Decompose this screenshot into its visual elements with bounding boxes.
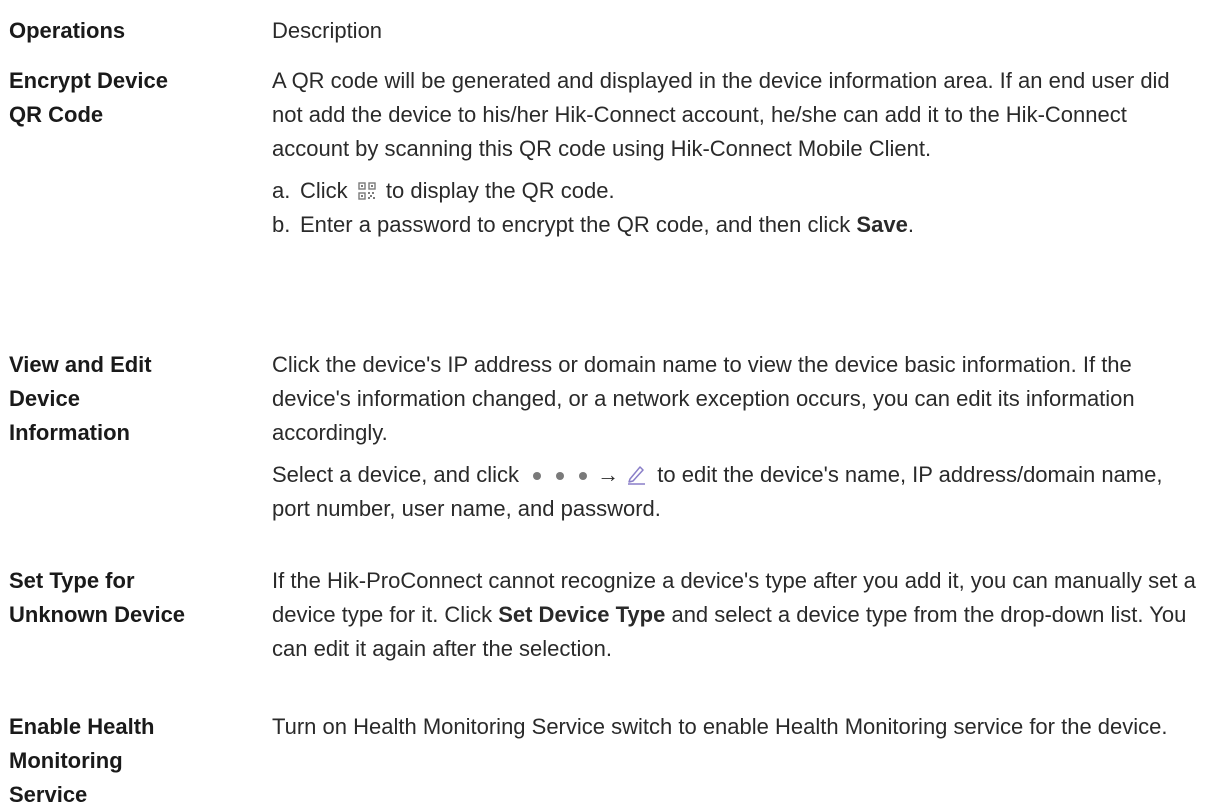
arrow-right-icon: → (597, 462, 620, 487)
operation-description: Click the device's IP address or domain … (272, 348, 1202, 526)
operation-name: Encrypt Device QR Code (0, 64, 272, 242)
step-text: Click to display the QR code. (300, 174, 615, 208)
operation-line: Enable Health (9, 714, 155, 739)
operation-line: View and Edit (9, 352, 152, 377)
header-operations: Operations (9, 18, 126, 43)
step-text: Enter a password to encrypt the QR code,… (300, 208, 914, 242)
header-description: Description (272, 18, 383, 43)
description-paragraph: A QR code will be generated and displaye… (272, 68, 1170, 161)
step-item: a. Click to display the QR code. (272, 174, 1202, 208)
operation-line: Monitoring (9, 748, 123, 773)
description-paragraph: If the Hik-ProConnect cannot recognize a… (272, 564, 1202, 666)
select-line-before: Select a device, and click (272, 462, 520, 487)
operation-name: View and Edit Device Information (0, 348, 272, 526)
table-row: Enable Health Monitoring Service Turn on… (0, 710, 1223, 812)
table-row: View and Edit Device Information Click t… (0, 348, 1223, 526)
operation-line: Encrypt Device (9, 68, 168, 93)
operation-line: Set Type for (9, 568, 135, 593)
operation-description: A QR code will be generated and displaye… (272, 64, 1202, 242)
operation-name: Enable Health Monitoring Service (0, 710, 272, 812)
operation-description: If the Hik-ProConnect cannot recognize a… (272, 564, 1202, 666)
set-device-type-bold: Set Device Type (498, 602, 666, 627)
operation-line: Device (9, 386, 80, 411)
operations-table: Operations Description Encrypt Device QR… (0, 0, 1223, 807)
step-letter: a. (272, 178, 291, 203)
step-text-end: . (907, 212, 914, 237)
operation-line: Information (9, 420, 130, 445)
description-paragraph: Click the device's IP address or domain … (272, 352, 1135, 445)
description-paragraph: Turn on Health Monitoring Service switch… (272, 714, 1168, 739)
step-letter: b. (272, 212, 291, 237)
step-item: b. Enter a password to encrypt the QR co… (272, 208, 1202, 242)
step-text-after: to display the QR code. (385, 178, 615, 203)
operation-line: Unknown Device (9, 602, 186, 627)
operation-line: QR Code (9, 102, 104, 127)
operation-name: Set Type for Unknown Device (0, 564, 272, 666)
save-label-bold: Save (856, 212, 908, 237)
more-dots-icon (533, 472, 588, 480)
steps-list: a. Click to display the QR code. b. Ente… (272, 174, 1202, 242)
select-device-paragraph: Select a device, and click → to edit the… (272, 458, 1172, 526)
qr-code-icon (358, 182, 376, 200)
edit-pencil-icon (628, 466, 646, 485)
step-text-main: Enter a password to encrypt the QR code,… (300, 212, 851, 237)
operation-description: Turn on Health Monitoring Service switch… (272, 710, 1202, 812)
operation-line: Service (9, 782, 88, 807)
step-text-before: Click (300, 178, 348, 203)
table-row: Set Type for Unknown Device If the Hik-P… (0, 564, 1223, 666)
table-header-row: Operations Description (0, 14, 1223, 48)
table-row: Encrypt Device QR Code A QR code will be… (0, 64, 1223, 242)
